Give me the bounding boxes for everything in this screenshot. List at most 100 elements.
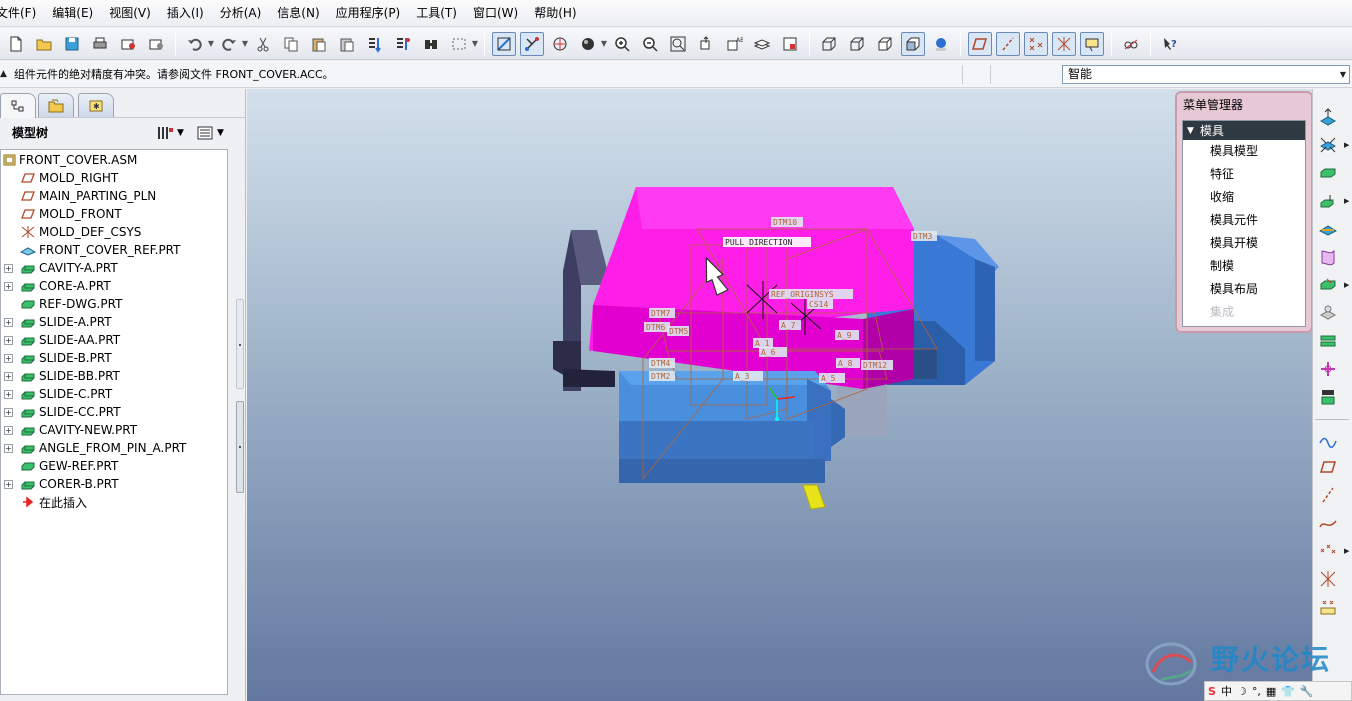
tree-item[interactable]: + CAVITY-NEW.PRT	[1, 421, 227, 439]
cut-icon[interactable]	[251, 32, 275, 56]
refit-icon[interactable]	[666, 32, 690, 56]
ime-mode[interactable]: 中	[1221, 683, 1232, 699]
dropdown-arrow-icon[interactable]: ▶	[1344, 547, 1349, 555]
context-help-icon[interactable]: ?	[1158, 32, 1182, 56]
tree-item[interactable]: + CORE-A.PRT	[1, 277, 227, 295]
menu-edit[interactable]: 编辑(E)	[44, 0, 101, 27]
redo-icon[interactable]	[217, 32, 241, 56]
new-icon[interactable]	[4, 32, 28, 56]
annotation-display-icon[interactable]	[1080, 31, 1104, 56]
tree-item[interactable]: MOLD_FRONT	[1, 205, 227, 223]
menu-tools[interactable]: 工具(T)	[408, 0, 465, 27]
mold-model-3d[interactable]: DTM10 PULL DIRECTION DTM3 REF_ORIGINSYS …	[247, 89, 1312, 701]
settings-button[interactable]: ▼	[156, 123, 184, 143]
print-icon[interactable]	[88, 32, 112, 56]
csys-display-icon[interactable]	[1052, 31, 1076, 56]
find-icon[interactable]	[419, 32, 443, 56]
sprue-icon[interactable]	[1315, 329, 1341, 353]
reference-model-icon[interactable]	[1315, 133, 1341, 157]
workpiece-icon[interactable]	[1315, 161, 1341, 185]
reorient-icon[interactable]	[694, 32, 718, 56]
redo-dropdown[interactable]: ▼	[241, 32, 249, 56]
expand-icon[interactable]: +	[4, 443, 13, 453]
select-dropdown[interactable]: ▼	[471, 32, 479, 56]
expand-icon[interactable]: +	[4, 263, 13, 273]
sketch-icon[interactable]	[1315, 427, 1341, 451]
tab-folder-browser[interactable]	[38, 93, 74, 117]
menu-manager-header[interactable]: ▼ 模具	[1183, 121, 1305, 140]
paste-special-icon[interactable]	[335, 32, 359, 56]
punctuation-icon[interactable]: °,	[1252, 685, 1261, 698]
datum-curve-icon[interactable]	[1315, 511, 1341, 535]
no-hidden-icon[interactable]	[873, 32, 897, 56]
undo-dropdown[interactable]: ▼	[207, 32, 215, 56]
paste-icon[interactable]	[307, 32, 331, 56]
tree-item[interactable]: MAIN_PARTING_PLN	[1, 187, 227, 205]
volume-icon[interactable]	[1315, 273, 1341, 297]
zoom-out-icon[interactable]	[638, 32, 662, 56]
tree-item[interactable]: MOLD_DEF_CSYS	[1, 223, 227, 241]
mold-model-icon[interactable]	[1315, 105, 1341, 129]
tree-item[interactable]: REF-DWG.PRT	[1, 295, 227, 313]
menu-item-mold-component[interactable]: 模具元件	[1183, 209, 1305, 232]
datum-display-icon[interactable]	[520, 31, 544, 56]
panel-splitter[interactable]	[236, 299, 244, 389]
ime-logo-icon[interactable]: S	[1208, 685, 1216, 698]
email-link-icon[interactable]	[144, 32, 168, 56]
select-box-icon[interactable]	[447, 32, 471, 56]
expand-icon[interactable]: +	[4, 281, 13, 291]
expand-icon[interactable]: +	[4, 371, 13, 381]
expand-icon[interactable]: +	[4, 335, 13, 345]
mold-opening-icon[interactable]	[1315, 385, 1341, 409]
enhanced-realism-icon[interactable]	[929, 32, 953, 56]
orient-icon[interactable]	[548, 32, 572, 56]
moon-icon[interactable]: ☽	[1237, 685, 1247, 698]
layers-icon[interactable]	[750, 32, 774, 56]
expand-icon[interactable]: +	[4, 317, 13, 327]
tree-item[interactable]: + SLIDE-B.PRT	[1, 349, 227, 367]
keyboard-icon[interactable]: ▦	[1266, 685, 1276, 698]
glasses-icon[interactable]	[1119, 32, 1143, 56]
analysis-feature-icon[interactable]	[1315, 595, 1341, 619]
tree-item[interactable]: + CORER-B.PRT	[1, 475, 227, 493]
regenerate-icon[interactable]	[363, 32, 387, 56]
datum-point-icon[interactable]	[1315, 539, 1341, 563]
tree-item[interactable]: GEW-REF.PRT	[1, 457, 227, 475]
expand-icon[interactable]: +	[4, 389, 13, 399]
tree-item[interactable]: + ANGLE_FROM_PIN_A.PRT	[1, 439, 227, 457]
save-icon[interactable]	[60, 32, 84, 56]
tree-item[interactable]: + SLIDE-BB.PRT	[1, 367, 227, 385]
undo-icon[interactable]	[183, 32, 207, 56]
tree-item[interactable]: + SLIDE-A.PRT	[1, 313, 227, 331]
datum-plane-icon[interactable]	[1315, 455, 1341, 479]
menu-applications[interactable]: 应用程序(P)	[328, 0, 409, 27]
regen-manager-icon[interactable]	[391, 32, 415, 56]
tab-model-tree[interactable]	[0, 93, 36, 118]
dropdown-arrow-icon[interactable]: ▶	[1344, 281, 1349, 289]
expand-icon[interactable]: +	[4, 425, 13, 435]
graphics-viewport[interactable]: DTM10 PULL DIRECTION DTM3 REF_ORIGINSYS …	[247, 89, 1312, 701]
email-icon[interactable]	[116, 32, 140, 56]
saved-views-icon[interactable]: AB	[722, 32, 746, 56]
tree-item[interactable]: + CAVITY-A.PRT	[1, 259, 227, 277]
extract-icon[interactable]	[1315, 301, 1341, 325]
tree-insert-here[interactable]: 在此插入	[1, 493, 227, 511]
csys-icon[interactable]	[1315, 567, 1341, 591]
expand-icon[interactable]: +	[4, 407, 13, 417]
skin-icon[interactable]: 👕	[1281, 685, 1295, 698]
wireframe-icon[interactable]	[817, 32, 841, 56]
parting-surface-icon[interactable]	[1315, 245, 1341, 269]
menu-item-mold-model[interactable]: 模具模型	[1183, 140, 1305, 163]
menu-help[interactable]: 帮助(H)	[526, 0, 584, 27]
shaded-icon[interactable]	[901, 31, 925, 56]
shading-icon[interactable]	[576, 32, 600, 56]
hidden-line-icon[interactable]	[845, 32, 869, 56]
shrink-icon[interactable]	[1315, 217, 1341, 241]
expand-icon[interactable]: +	[4, 353, 13, 363]
menu-insert[interactable]: 插入(I)	[159, 0, 212, 27]
menu-item-feature[interactable]: 特征	[1183, 163, 1305, 186]
axis-display-icon[interactable]	[996, 31, 1020, 56]
datum-axis-icon[interactable]	[1315, 483, 1341, 507]
open-icon[interactable]	[32, 32, 56, 56]
menu-file[interactable]: 文件(F)	[0, 0, 44, 27]
